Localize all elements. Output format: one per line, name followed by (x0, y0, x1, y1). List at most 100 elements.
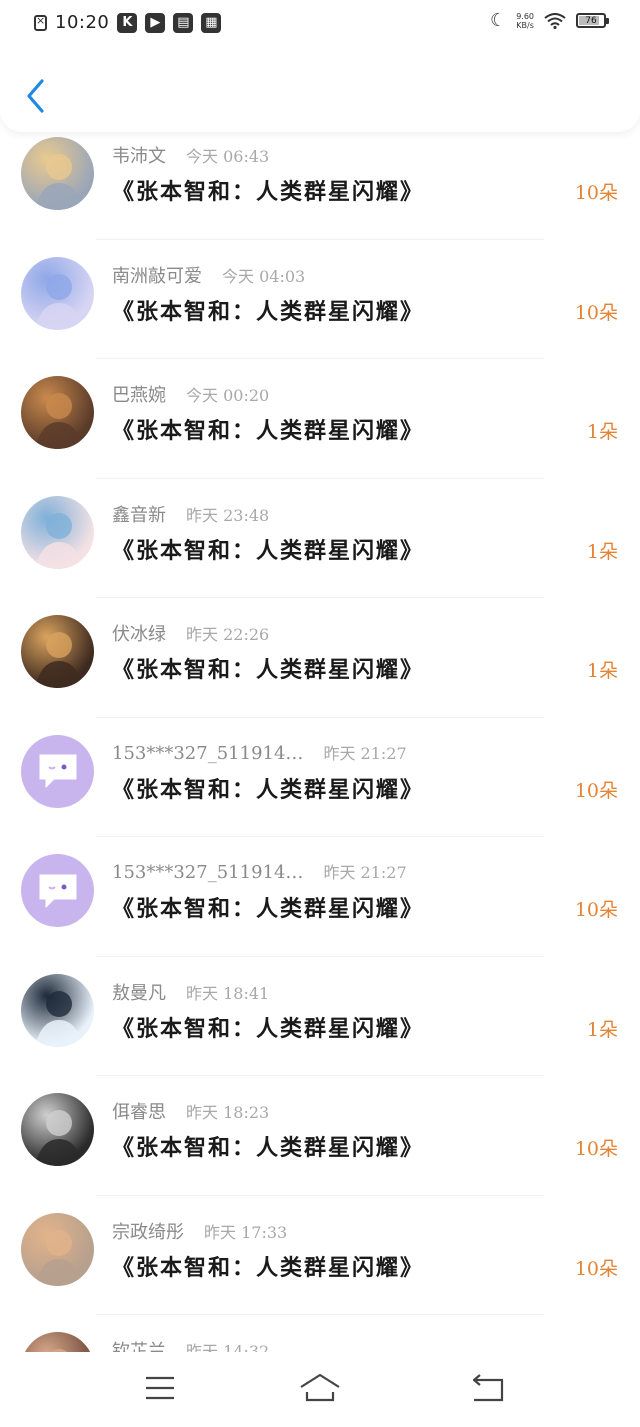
sender-info: 韦沛文 今天 06:43 (112, 142, 269, 168)
list-item[interactable]: 伏冰绿 昨天 22:26 《张本智和：人类群星闪耀》 1朵 (0, 598, 640, 718)
sender-info: 153***327_511914… 昨天 21:27 (112, 859, 407, 883)
list-item[interactable]: 韦沛文 今天 06:43 《张本智和：人类群星闪耀》 10朵 (0, 120, 640, 240)
work-title: 《张本智和：人类群星闪耀》 (112, 418, 425, 444)
flower-count: 10朵 (574, 779, 618, 802)
list-item[interactable]: 钦芷兰 昨天 14:32 (0, 1315, 640, 1352)
sender-info: 宗政绮彤 昨天 17:33 (112, 1218, 287, 1244)
person-photo-icon (50, 1349, 68, 1352)
home-icon[interactable] (298, 1370, 342, 1406)
gift-time: 今天 04:03 (222, 266, 306, 286)
sender-info: 钦芷兰 昨天 14:32 (112, 1337, 269, 1352)
person-photo-icon (35, 512, 83, 569)
flower-count: 1朵 (586, 1018, 618, 1041)
sender-name: 153***327_511914… (112, 862, 304, 883)
network-speed: 9.60 KB/s (516, 12, 534, 30)
wifi-icon (544, 12, 566, 29)
sender-name: 鑫音新 (112, 504, 166, 526)
person-photo-icon (35, 990, 83, 1047)
sender-name: 敖曼凡 (112, 982, 166, 1004)
person-photo-icon (35, 632, 83, 688)
sender-name: 伏冰绿 (112, 624, 166, 645)
gift-time: 今天 06:43 (186, 147, 270, 166)
sender-info: 南洲敲可爱 今天 04:03 (112, 262, 305, 288)
flower-count: 10朵 (574, 1138, 618, 1160)
system-nav-bar (0, 1352, 640, 1427)
calendar-app-icon: ▦ (201, 12, 222, 33)
network-speed-unit: KB/s (516, 20, 534, 30)
work-title: 《张本智和：人类群星闪耀》 (112, 1254, 425, 1281)
flower-count: 10朵 (574, 182, 618, 204)
chat-bubble-avatar[interactable] (21, 854, 94, 927)
gift-time: 昨天 18:23 (186, 1103, 270, 1122)
gift-time: 昨天 21:27 (323, 743, 407, 763)
status-bar-right: ☾ 9.60 KB/s 76 (490, 10, 609, 31)
list-item[interactable]: 153***327_511914… 昨天 21:27 《张本智和：人类群星闪耀》 10… (0, 718, 640, 837)
status-bar: 10:20 K ▶ ▤ ▦ ☾ 9.60 KB/s 76 (0, 0, 640, 50)
user-avatar[interactable] (21, 495, 94, 569)
gift-time: 昨天 18:41 (186, 983, 270, 1003)
sender-name: 南洲敲可爱 (112, 265, 202, 287)
list-item[interactable]: 敖曼凡 昨天 18:41 《张本智和：人类群星闪耀》 1朵 (0, 957, 640, 1076)
person-photo-icon (35, 154, 83, 210)
gift-time: 昨天 21:27 (323, 863, 407, 882)
work-title: 《张本智和：人类群星闪耀》 (112, 896, 425, 922)
do-not-disturb-icon: ☾ (490, 10, 507, 31)
chevron-left-icon[interactable] (22, 78, 52, 114)
sender-info: 巴燕婉 今天 00:20 (112, 381, 269, 407)
list-item[interactable]: 南洲敲可爱 今天 04:03 《张本智和：人类群星闪耀》 10朵 (0, 240, 640, 359)
list-item[interactable]: 巴燕婉 今天 00:20 《张本智和：人类群星闪耀》 1朵 (0, 359, 640, 479)
gift-time: 昨天 23:48 (186, 505, 270, 525)
menu-icon[interactable] (138, 1370, 182, 1406)
chat-bubble-icon (39, 754, 76, 788)
work-title: 《张本智和：人类群星闪耀》 (112, 537, 425, 564)
bus-app-icon: ▤ (173, 12, 194, 33)
sender-info: 鑫音新 昨天 23:48 (112, 501, 269, 527)
battery-icon: 76 (576, 13, 609, 28)
sender-name: 佴睿思 (112, 1102, 166, 1123)
person-photo-icon (35, 1110, 83, 1166)
person-photo-icon (35, 393, 83, 449)
sender-name: 钦芷兰 (112, 1341, 166, 1352)
sender-info: 153***327_511914… 昨天 21:27 (112, 740, 407, 764)
sender-info: 敖曼凡 昨天 18:41 (112, 979, 269, 1005)
list-item[interactable]: 鑫音新 昨天 23:48 《张本智和：人类群星闪耀》 1朵 (0, 479, 640, 598)
flower-count: 1朵 (586, 540, 618, 563)
work-title: 《张本智和：人类群星闪耀》 (112, 776, 425, 803)
sender-name: 153***327_511914… (112, 742, 304, 764)
user-avatar[interactable] (21, 1212, 94, 1286)
user-avatar[interactable] (21, 1093, 94, 1166)
gift-time: 昨天 17:33 (204, 1222, 288, 1242)
status-bar-left: 10:20 K ▶ ▤ ▦ (34, 12, 222, 33)
chat-bubble-icon (39, 874, 76, 907)
video-app-icon: ▶ (145, 12, 166, 33)
user-avatar[interactable] (21, 137, 94, 210)
user-avatar[interactable] (21, 1332, 94, 1352)
sender-name: 韦沛文 (112, 146, 166, 167)
work-title: 《张本智和：人类群星闪耀》 (112, 179, 425, 205)
user-avatar[interactable] (21, 973, 94, 1047)
sender-info: 伏冰绿 昨天 22:26 (112, 620, 269, 646)
gift-list: 韦沛文 今天 06:43 《张本智和：人类群星闪耀》 10朵 南洲敲可爱 今天 04:03… (0, 120, 640, 1352)
list-item[interactable]: 153***327_511914… 昨天 21:27 《张本智和：人类群星闪耀》 10… (0, 837, 640, 957)
gift-time: 昨天 22:26 (186, 625, 270, 644)
chat-bubble-avatar[interactable] (21, 734, 94, 808)
person-photo-icon (35, 1229, 83, 1286)
app-k-icon: K (117, 12, 138, 33)
flower-count: 1朵 (586, 660, 618, 682)
sender-info: 佴睿思 昨天 18:23 (112, 1098, 269, 1124)
user-avatar[interactable] (21, 376, 94, 449)
work-title: 《张本智和：人类群星闪耀》 (112, 1015, 425, 1042)
sender-name: 巴燕婉 (112, 385, 166, 406)
list-item[interactable]: 佴睿思 昨天 18:23 《张本智和：人类群星闪耀》 10朵 (0, 1076, 640, 1196)
person-photo-icon (35, 273, 83, 330)
user-avatar[interactable] (21, 256, 94, 330)
list-item[interactable]: 宗政绮彤 昨天 17:33 《张本智和：人类群星闪耀》 10朵 (0, 1196, 640, 1315)
status-time: 10:20 (55, 12, 110, 33)
sim-off-icon (34, 14, 47, 31)
top-nav-bar (0, 50, 640, 132)
work-title: 《张本智和：人类群星闪耀》 (112, 1135, 425, 1161)
network-speed-value: 9.60 (516, 11, 534, 21)
back-icon[interactable] (466, 1370, 510, 1406)
work-title: 《张本智和：人类群星闪耀》 (112, 657, 425, 683)
user-avatar[interactable] (21, 615, 94, 688)
